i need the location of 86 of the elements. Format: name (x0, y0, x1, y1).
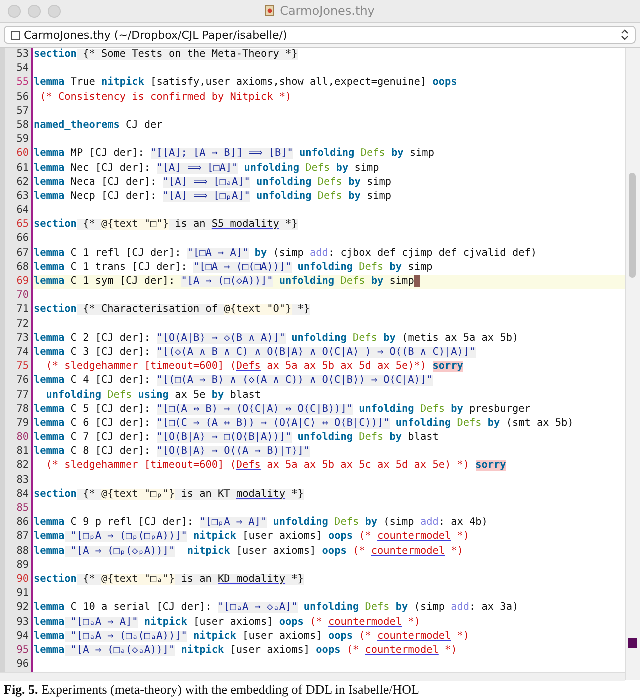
line-number: 76 (0, 374, 31, 388)
figure-caption: Fig. 5. Experiments (meta-theory) with the embedding of DDL in Isabelle/HOL (3, 681, 420, 699)
line-number: 60 (0, 147, 31, 162)
code-line: section {* Characterisation of @{text "O"} *} (33, 303, 310, 318)
code-line: (* Consistency is confirmed by Nitpick *) (39, 90, 292, 105)
line-number: 89 (0, 558, 31, 573)
code-line: lemma C_9_p_refl [CJ_der]: "⌊□ₚA → A⌋" unfolding Defs by (simp add: ax_4b) (33, 516, 488, 530)
code-line: section {* @{text "□ₐ"} is an KD modality *} (33, 572, 304, 587)
line-number: 88 (0, 544, 31, 559)
code-line: section {* @{text "□"} is an S5 modality *} (33, 218, 298, 232)
code-line: unfolding Defs using ax_5e by blast (45, 388, 261, 402)
line-number: 62 (0, 176, 31, 190)
code-line: lemma True nitpick [satisfy,user_axioms,show_all,expect=genuine] oops (33, 76, 458, 90)
line-number: 83 (0, 474, 31, 488)
line-number: 58 (0, 118, 31, 134)
line-number: 57 (0, 104, 31, 119)
line-number: 77 (0, 388, 31, 403)
code-line: lemma C_8 [CJ_der]: "⌊O⟨B|A⟩ → O⟨(A → B)|⊤⟩⌋" (33, 445, 310, 460)
code-line: section {* @{text "□ₚ"} is an KT modality *} (33, 488, 304, 502)
line-number: 68 (0, 260, 31, 275)
code-line: lemma Necp [CJ_der]: "⌊A⌋ ⟹ ⌊□ₚA⌋" unfolding Defs by simp (33, 190, 392, 204)
line-number: 79 (0, 416, 31, 432)
line-number: 91 (0, 587, 31, 602)
line-number: 73 (0, 332, 31, 346)
line-number: 64 (0, 204, 31, 218)
window-title: CarmoJones.thy (280, 4, 375, 18)
line-number: 72 (0, 318, 31, 332)
code-line: lemma "⌊□ₐA → (□ₐ(□ₐA))⌋" nitpick [user_axioms] oops (* countermodel *) (33, 630, 470, 644)
line-number: 71 (0, 303, 31, 318)
code-line: lemma C_2 [CJ_der]: "⌊O⟨A|B⟩ → ◇(B ∧ A)⌋" unfolding Defs by (metis ax_5a ax_5b) (33, 332, 519, 346)
line-number: 65 (0, 218, 31, 232)
line-number: 75 (0, 360, 31, 374)
line-number: 86 (0, 516, 31, 530)
line-number: 63 (0, 190, 31, 204)
line-number: 69 (0, 275, 31, 290)
code-line: lemma "⌊A → (□ₐ(◇ₐA))⌋" nitpick [user_axioms] oops (* countermodel *) (33, 644, 458, 658)
line-number: 56 (0, 90, 31, 105)
code-line: lemma "⌊□ₚA → (□ₚ(□ₚA))⌋" nitpick [user_axioms] oops (* countermodel *) (33, 530, 470, 544)
code-line: lemma C_1_sym [CJ_der]: "⌊A → (□(◇A))⌋" unfolding Defs by simp (33, 275, 420, 290)
code-line: (* sledgehammer [timeout=600] (Defs ax_5a ax_5b ax_5c ax_5d ax_5e) *) sorry (45, 459, 506, 474)
line-number: 90 (0, 572, 31, 588)
line-number: 84 (0, 488, 31, 502)
close-icon[interactable] (8, 4, 21, 18)
document-icon (265, 5, 276, 17)
code-line: lemma "⌊□ₐA → A⌋" nitpick [user_axioms] oops (* countermodel *) (33, 616, 420, 630)
minimize-icon[interactable] (28, 4, 41, 18)
line-number: 78 (0, 402, 31, 417)
code-line: section {* Some Tests on the Meta-Theory *} (33, 48, 298, 62)
code-line: lemma C_4 [CJ_der]: "⌊(□(A → B) ∧ (◇(A ∧ C)) ∧ O⟨C|B⟩) → O⟨C|A⟩⌋" (33, 374, 433, 388)
scrollbar[interactable] (625, 48, 640, 680)
code-line: lemma Neca [CJ_der]: "⌊A⌋ ⟹ ⌊□ₐA⌋" unfolding Defs by simp (33, 176, 392, 190)
code-line: lemma C_10_a_serial [CJ_der]: "⌊□ₐA → ◇ₐA⌋" unfolding Defs by (simp add: ax_3a) (33, 601, 519, 616)
line-number: 96 (0, 658, 31, 672)
line-number: 82 (0, 459, 31, 474)
line-number: 80 (0, 431, 31, 446)
code-line: lemma C_1_refl [CJ_der]: "⌊□A → A⌋" by (simp add: cjbox_def cjimp_def cjvalid_def) (33, 246, 537, 261)
line-number: 87 (0, 530, 31, 545)
line-number: 70 (0, 289, 31, 304)
line-number: 85 (0, 502, 31, 516)
line-number: 55 (0, 76, 31, 91)
code-line: named_theorems CJ_der (33, 118, 163, 133)
line-number: 53 (0, 48, 31, 62)
line-number: 94 (0, 630, 31, 644)
code-line: lemma C_1_trans [CJ_der]: "⌊□A → (□(□A))⌋" unfolding Defs by simp (33, 260, 433, 275)
code-line: (* sledgehammer [timeout=600] (Defs ax_5a ax_5b ax_5d ax_5e)*) sorry (45, 360, 464, 374)
maximize-icon[interactable] (48, 4, 61, 18)
line-number: 93 (0, 616, 31, 630)
line-number: 92 (0, 601, 31, 616)
line-number: 66 (0, 232, 31, 247)
line-number: 81 (0, 445, 31, 460)
line-number: 95 (0, 644, 31, 658)
line-number: 67 (0, 246, 31, 261)
line-number: 61 (0, 162, 31, 176)
code-line: lemma MP [CJ_der]: "⟦⌊A⌋; ⌊A → B⌋⟧ ⟹ ⌊B⌋" unfolding Defs by simp (33, 147, 434, 162)
buffer-dropdown[interactable]: CarmoJones.thy (~/Dropbox/CJL Paper/isabelle/) (4, 26, 636, 44)
code-line: lemma "⌊A → (□ₚ(◇ₚA))⌋" nitpick [user_axioms] oops (* countermodel *) (33, 544, 464, 559)
code-line: lemma C_6 [CJ_der]: "⌊□(C → (A ↔ B)) → (O⟨A|C⟩ ↔ O⟨B|C⟩)⌋" unfolding Defs by (smt ax_5b) (33, 416, 574, 431)
line-number: 59 (0, 133, 31, 148)
code-line: lemma C_3 [CJ_der]: "⌊(◇(A ∧ B ∧ C) ∧ O⟨B|A⟩ ∧ O⟨C|A⟩ ) → O⟨(B ∧ C)|A⟩⌋" (33, 346, 476, 360)
code-line: lemma Nec [CJ_der]: "⌊A⌋ ⟹ ⌊□A⌋" unfolding Defs by simp (33, 162, 380, 176)
code-line: lemma C_5 [CJ_der]: "⌊□(A ↔ B) → (O⟨C|A⟩ ↔ O⟨C|B⟩)⌋" unfolding Defs by presburger (33, 402, 531, 417)
line-number: 74 (0, 346, 31, 360)
code-line: lemma C_7 [CJ_der]: "⌊O⟨B|A⟩ → □(O⟨B|A⟩)⌋" unfolding Defs by blast (33, 431, 439, 446)
horizontal-scrollbar[interactable] (0, 672, 625, 682)
line-number: 54 (0, 62, 31, 76)
chevron-updown-icon (621, 29, 629, 41)
